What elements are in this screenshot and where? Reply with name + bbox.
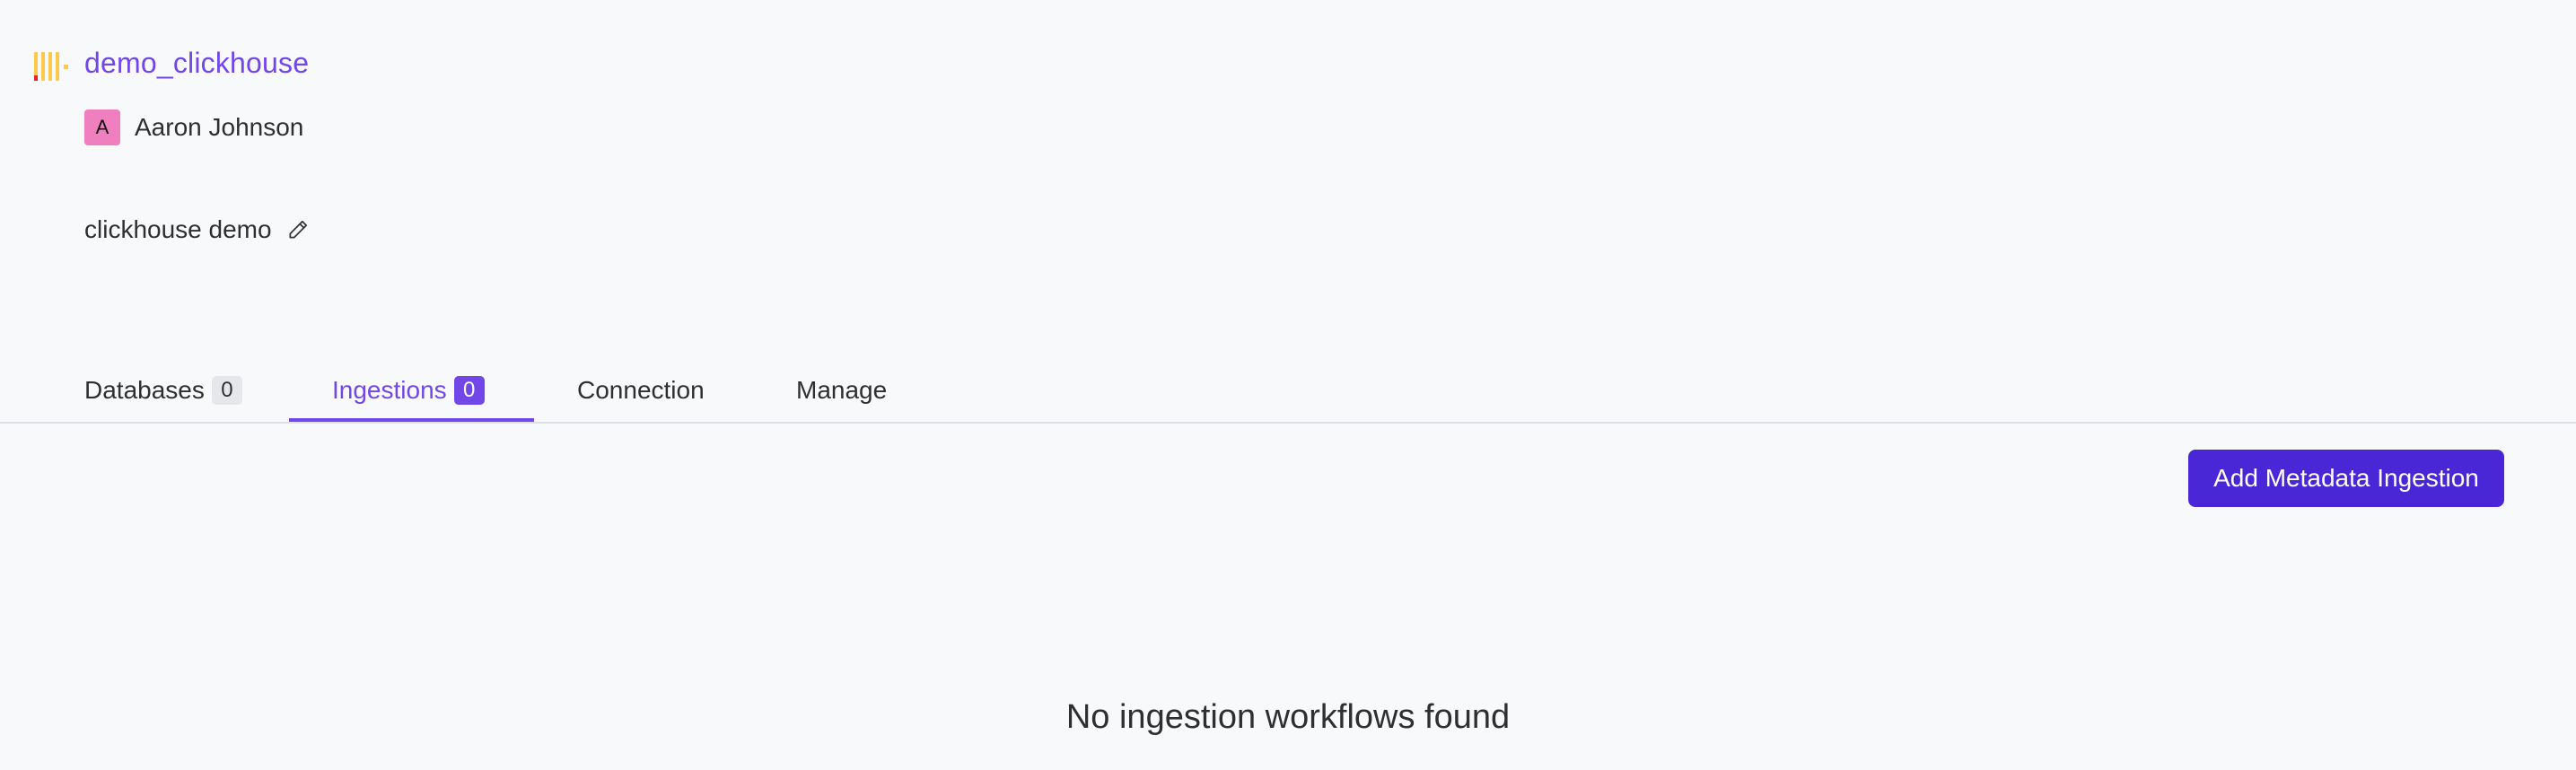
tab-label: Manage bbox=[796, 376, 888, 404]
clickhouse-logo-icon bbox=[32, 43, 72, 83]
avatar: A bbox=[84, 109, 120, 145]
tab-connection[interactable]: Connection bbox=[577, 359, 705, 422]
description-text: clickhouse demo bbox=[84, 215, 272, 243]
tab-count-badge: 0 bbox=[453, 376, 485, 405]
tab-databases[interactable]: Databases 0 bbox=[84, 359, 242, 422]
tab-label: Ingestions bbox=[332, 376, 447, 404]
owner-name[interactable]: Aaron Johnson bbox=[135, 113, 303, 142]
add-metadata-ingestion-button[interactable]: Add Metadata Ingestion bbox=[2188, 450, 2504, 507]
tab-manage[interactable]: Manage bbox=[796, 359, 887, 422]
tab-label: Databases bbox=[84, 376, 205, 404]
owner-row: A Aaron Johnson bbox=[84, 109, 303, 145]
empty-state-message: No ingestion workflows found bbox=[1065, 698, 1511, 736]
service-details-page: demo_clickhouse A Aaron Johnson clickhou… bbox=[0, 0, 2576, 770]
description-row: clickhouse demo bbox=[84, 215, 310, 244]
tab-ingestions[interactable]: Ingestions 0 bbox=[332, 359, 485, 422]
tab-label: Connection bbox=[577, 376, 705, 404]
tab-count-badge: 0 bbox=[211, 376, 242, 405]
tabs-bar: Databases 0 Ingestions 0 Connection Mana… bbox=[0, 359, 2576, 424]
active-tab-indicator bbox=[289, 418, 534, 422]
pencil-icon[interactable] bbox=[286, 218, 310, 241]
service-name-link[interactable]: demo_clickhouse bbox=[84, 47, 309, 80]
service-header: demo_clickhouse bbox=[32, 43, 309, 83]
